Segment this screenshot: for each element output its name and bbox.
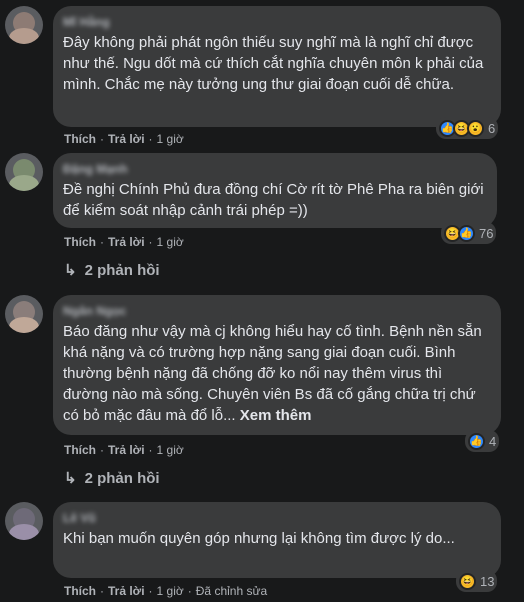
reply-button[interactable]: Trả lời [108, 443, 145, 457]
wow-icon: 😮 [467, 119, 484, 137]
reply-button[interactable]: Trả lời [108, 235, 145, 249]
reaction-summary[interactable]: 👍 😆 😮 6 [436, 117, 499, 139]
comment-text: Báo đăng như vậy mà cj không hiểu hay cố… [63, 323, 482, 424]
view-replies-button[interactable]: ↳ 2 phản hồi [64, 469, 160, 488]
comment-actions: Thích · Trả lời · 1 giờ [64, 443, 184, 457]
reaction-count: 4 [489, 433, 497, 449]
avatar[interactable] [5, 153, 43, 191]
comment-actions: Thích · Trả lời · 1 giờ [64, 132, 184, 146]
comment-author[interactable]: Lê Vũ [63, 510, 489, 526]
like-button[interactable]: Thích [64, 235, 96, 249]
timestamp[interactable]: 1 giờ [157, 235, 184, 249]
view-replies-button[interactable]: ↳ 2 phản hồi [64, 261, 160, 280]
comment-bubble: Ngân Ngọc Báo đăng như vậy mà cj không h… [53, 295, 501, 435]
see-more-link[interactable]: Xem thêm [240, 407, 312, 424]
reply-button[interactable]: Trả lời [108, 132, 145, 146]
reply-button[interactable]: Trả lời [108, 584, 145, 598]
like-button[interactable]: Thích [64, 584, 96, 598]
comment-text: Khi bạn muốn quyên góp nhưng lại không t… [63, 530, 455, 547]
avatar[interactable] [5, 6, 43, 44]
comment-author[interactable]: Ngân Ngọc [63, 303, 489, 319]
replies-count: 2 phản hồi [84, 261, 160, 279]
avatar[interactable] [5, 295, 43, 333]
comment-actions: Thích · Trả lời · 1 giờ · Đã chỉnh sửa [64, 584, 268, 598]
comment-bubble: Đặng Mạnh Đề nghị Chính Phủ đưa đồng chí… [53, 153, 497, 228]
comment-author[interactable]: Mĩ Hằng [63, 14, 489, 30]
reaction-summary[interactable]: 😆 👍 76 [441, 222, 497, 244]
timestamp[interactable]: 1 giờ [157, 132, 184, 146]
reply-arrow-icon: ↳ [64, 470, 77, 487]
comment-actions: Thích · Trả lời · 1 giờ [64, 235, 184, 249]
comment-bubble: Lê Vũ Khi bạn muốn quyên góp nhưng lại k… [53, 502, 501, 578]
like-icon: 👍 [458, 224, 475, 242]
edited-label: Đã chỉnh sửa [195, 584, 268, 598]
like-button[interactable]: Thích [64, 132, 96, 146]
reaction-count: 13 [480, 573, 495, 589]
like-icon: 👍 [468, 432, 485, 450]
comment-text: Đề nghị Chính Phủ đưa đồng chí Cờ rít tờ… [63, 181, 484, 219]
comment-author[interactable]: Đặng Mạnh [63, 161, 485, 177]
comment-bubble: Mĩ Hằng Đây không phải phát ngôn thiếu s… [53, 6, 501, 127]
timestamp[interactable]: 1 giờ [157, 443, 184, 457]
reply-arrow-icon: ↳ [64, 262, 77, 279]
comment-text: Đây không phải phát ngôn thiếu suy nghĩ … [63, 34, 484, 93]
reaction-summary[interactable]: 👍 4 [465, 430, 500, 452]
reaction-count: 76 [479, 225, 494, 241]
timestamp[interactable]: 1 giờ [157, 584, 184, 598]
reaction-count: 6 [488, 120, 496, 136]
reaction-summary[interactable]: 😆 13 [456, 570, 498, 592]
avatar[interactable] [5, 502, 43, 540]
replies-count: 2 phản hồi [84, 469, 160, 487]
like-button[interactable]: Thích [64, 443, 96, 457]
haha-icon: 😆 [459, 572, 476, 590]
